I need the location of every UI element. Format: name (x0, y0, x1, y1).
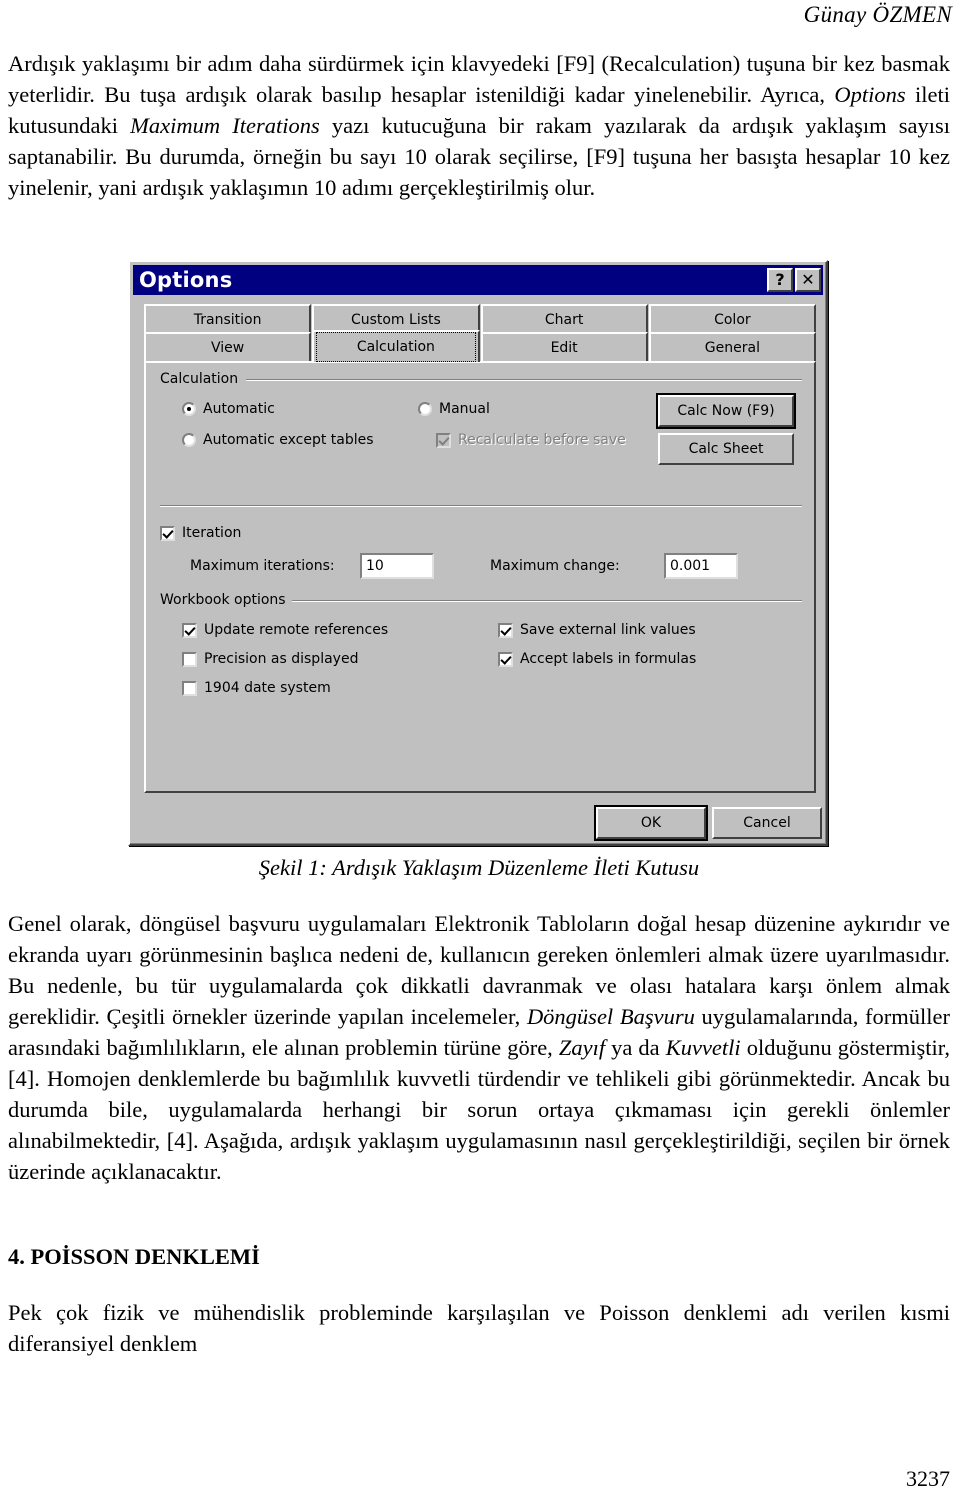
page-number: 3237 (906, 1466, 950, 1491)
radio-manual[interactable]: Manual (418, 401, 490, 417)
calculation-tab-panel: Calculation Automatic Automatic except t… (144, 361, 816, 793)
tab-calculation-label: Calculation (316, 332, 476, 362)
help-icon[interactable]: ? (767, 268, 793, 292)
checkbox-1904-date-system-indicator (182, 680, 197, 696)
checkbox-precision-as-displayed[interactable]: Precision as displayed (182, 651, 358, 667)
tab-view[interactable]: View (144, 332, 312, 361)
dialog-titlebar: Options ? ✕ (133, 265, 823, 295)
calc-sheet-button-label: Calc Sheet (688, 441, 764, 457)
maximum-change-value: 0.001 (670, 558, 711, 574)
checkbox-update-remote-references-label: Update remote references (204, 622, 389, 638)
checkbox-accept-labels-in-formulas-label: Accept labels in formulas (520, 651, 697, 667)
ok-button-label: OK (640, 815, 662, 831)
checkbox-save-external-link-values-label: Save external link values (520, 622, 696, 638)
checkbox-iteration-label: Iteration (182, 525, 242, 541)
calculation-group-label: Calculation (160, 371, 245, 387)
paragraph-1-text-a: Ardışık yaklaşımı bir adım daha sürdürme… (8, 51, 950, 107)
paragraph-1-block: Ardışık yaklaşımı bir adım daha sürdürme… (8, 48, 950, 203)
checkbox-1904-date-system[interactable]: 1904 date system (182, 680, 331, 696)
cancel-button[interactable]: Cancel (712, 807, 822, 839)
calc-now-button-label: Calc Now (F9) (677, 403, 775, 419)
checkbox-recalculate-before-save-label: Recalculate before save (458, 432, 626, 448)
tab-transition-label: Transition (193, 311, 262, 328)
checkbox-save-external-link-values[interactable]: Save external link values (498, 622, 696, 638)
checkbox-recalculate-before-save: Recalculate before save (436, 432, 626, 448)
radio-automatic-except-tables[interactable]: Automatic except tables (182, 432, 374, 448)
paragraph-2-italic-kuvvetli: Kuvvetli (665, 1035, 741, 1060)
checkbox-recalculate-before-save-indicator (436, 432, 451, 448)
running-head: Günay ÖZMEN (803, 2, 952, 27)
options-dialog[interactable]: Options ? ✕ Transition Custom Lists Char… (128, 260, 828, 846)
label-maximum-change: Maximum change: (490, 558, 620, 574)
checkbox-accept-labels-in-formulas[interactable]: Accept labels in formulas (498, 651, 696, 667)
tab-general-label: General (704, 339, 760, 356)
checkbox-iteration-indicator (160, 525, 175, 541)
paragraph-1-italic-options: Options (834, 82, 906, 107)
paragraph-2-italic-dongusel-basvuru: Döngüsel Başvuru (526, 1004, 695, 1029)
tab-row-1: Transition Custom Lists Chart Color (144, 304, 816, 333)
label-maximum-change-text: Maximum change: (490, 558, 620, 574)
radio-manual-label: Manual (439, 401, 490, 417)
radio-automatic-except-tables-label: Automatic except tables (203, 432, 374, 448)
paragraph-2-italic-zayif: Zayıf (558, 1035, 606, 1060)
tab-chart[interactable]: Chart (480, 304, 648, 333)
checkbox-update-remote-references[interactable]: Update remote references (182, 622, 388, 638)
tab-custom-lists[interactable]: Custom Lists (312, 304, 480, 333)
iteration-group-rule (160, 505, 802, 507)
figure-caption-block: Şekil 1: Ardışık Yaklaşım Düzenleme İlet… (8, 855, 950, 881)
radio-manual-indicator (418, 402, 432, 416)
maximum-iterations-value: 10 (366, 558, 384, 574)
paragraph-3: Pek çok fizik ve mühendislik probleminde… (8, 1300, 950, 1356)
paragraph-2-block: Genel olarak, döngüsel başvuru uygulamal… (8, 908, 950, 1187)
tab-edit[interactable]: Edit (480, 332, 648, 361)
tab-view-label: View (211, 339, 245, 356)
label-maximum-iterations-text: Maximum iterations: (190, 558, 335, 574)
checkbox-precision-as-displayed-label: Precision as displayed (204, 651, 359, 667)
checkbox-1904-date-system-label: 1904 date system (204, 680, 331, 696)
maximum-change-input[interactable]: 0.001 (664, 553, 738, 579)
paragraph-2: Genel olarak, döngüsel başvuru uygulamal… (8, 908, 950, 1187)
maximum-iterations-input[interactable]: 10 (360, 553, 434, 579)
section-heading-block: 4. POİSSON DENKLEMİ (8, 1242, 950, 1272)
tab-general[interactable]: General (648, 332, 816, 361)
checkbox-precision-as-displayed-indicator (182, 651, 197, 667)
paragraph-3-block: Pek çok fizik ve mühendislik probleminde… (8, 1297, 950, 1359)
checkbox-accept-labels-in-formulas-indicator (498, 651, 513, 667)
tab-edit-label: Edit (550, 339, 578, 356)
dialog-title: Options (139, 267, 233, 292)
tab-row-2: View Calculation Edit General (144, 330, 816, 362)
workbook-options-group-rule (292, 600, 802, 602)
tab-custom-lists-label: Custom Lists (350, 311, 441, 328)
checkbox-update-remote-references-indicator (182, 622, 197, 638)
tab-calculation[interactable]: Calculation (312, 330, 480, 362)
radio-automatic-label: Automatic (203, 401, 275, 417)
figure-caption: Şekil 1: Ardışık Yaklaşım Düzenleme İlet… (258, 855, 700, 880)
tab-color[interactable]: Color (648, 304, 816, 333)
cancel-button-label: Cancel (743, 815, 791, 831)
radio-automatic-indicator (182, 402, 196, 416)
calc-now-button[interactable]: Calc Now (F9) (658, 395, 794, 427)
ok-button[interactable]: OK (596, 807, 706, 839)
tab-chart-label: Chart (544, 311, 584, 328)
tab-transition[interactable]: Transition (144, 304, 312, 333)
paragraph-1: Ardışık yaklaşımı bir adım daha sürdürme… (8, 48, 950, 203)
label-maximum-iterations: Maximum iterations: (190, 558, 335, 574)
checkbox-save-external-link-values-indicator (498, 622, 513, 638)
radio-automatic[interactable]: Automatic (182, 401, 275, 417)
close-icon[interactable]: ✕ (795, 268, 821, 292)
workbook-options-group-label: Workbook options (160, 592, 292, 608)
paragraph-2-text-c: ya da (605, 1035, 666, 1060)
document-page: Günay ÖZMEN Ardışık yaklaşımı bir adım d… (0, 0, 960, 1504)
section-heading: 4. POİSSON DENKLEMİ (8, 1244, 260, 1269)
calc-sheet-button[interactable]: Calc Sheet (658, 433, 794, 465)
checkbox-iteration[interactable]: Iteration (160, 525, 241, 541)
paragraph-1-italic-maximum-iterations: Maximum Iterations (130, 113, 320, 138)
calculation-group-rule (246, 379, 802, 381)
radio-automatic-except-tables-indicator (182, 433, 196, 447)
tab-color-label: Color (714, 311, 751, 328)
